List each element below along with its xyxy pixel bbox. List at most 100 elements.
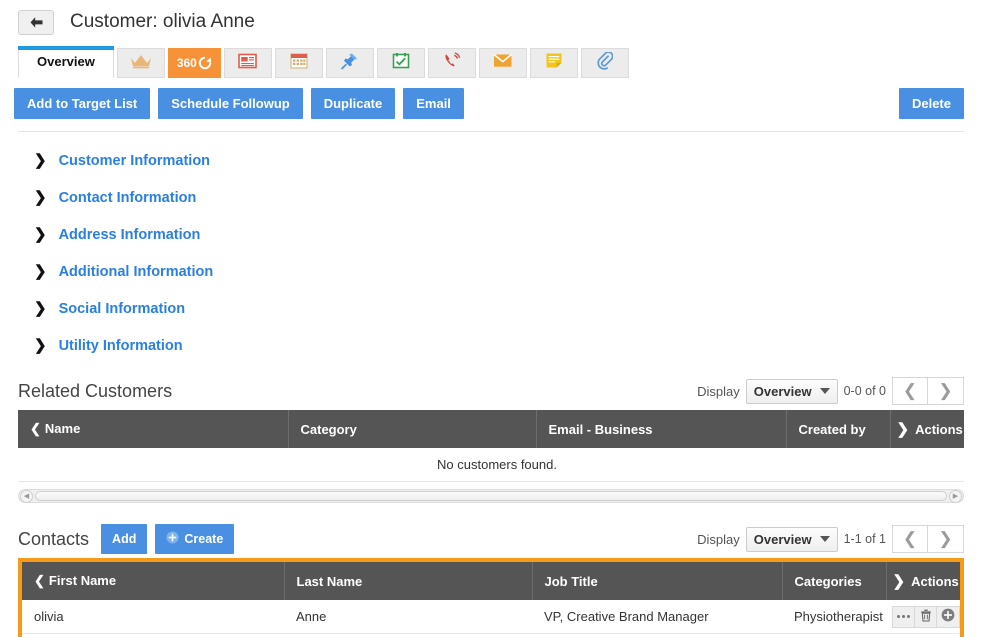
scroll-left-icon[interactable]: ◀: [20, 489, 33, 503]
display-select-value: Overview: [753, 383, 812, 399]
tab-crown[interactable]: [116, 48, 165, 78]
envelope-icon: [493, 53, 513, 73]
tab-overview-label: Overview: [37, 54, 95, 69]
chevron-right-icon: ❯: [34, 226, 47, 243]
table-row[interactable]: olivia Anne VP, Creative Brand Manager P…: [22, 600, 960, 634]
scrollbar-thumb[interactable]: [35, 491, 947, 501]
section-label: Address Information: [58, 226, 201, 243]
contacts-display-select[interactable]: Overview: [745, 526, 838, 552]
contacts-count: 1-1 of 1: [843, 532, 886, 546]
paperclip-icon: [596, 50, 614, 75]
tab-email[interactable]: [478, 48, 527, 78]
column-header-created-by[interactable]: Created by: [786, 410, 891, 448]
chevron-right-icon: ❯: [938, 381, 953, 400]
chevron-right-icon: ❯: [892, 573, 906, 590]
table-empty-row: No customers found.: [18, 448, 964, 482]
column-header-email-business[interactable]: Email - Business: [536, 410, 787, 448]
chevron-left-icon: ❮: [902, 529, 918, 548]
related-customers-next-button[interactable]: ❯: [928, 377, 964, 405]
page-title: Customer: olivia Anne: [70, 11, 255, 32]
customer-detail-page: Customer: olivia Anne Overview 360 Add t…: [0, 0, 982, 637]
contacts-next-button[interactable]: ❯: [928, 525, 964, 553]
page-header: Customer: olivia Anne: [0, 0, 982, 38]
calendar-icon: [290, 52, 308, 74]
section-label: Utility Information: [58, 337, 183, 354]
related-customers-hscrollbar[interactable]: ◀ ▶: [18, 488, 964, 504]
contacts-title: Contacts: [18, 528, 90, 549]
plus-circle-icon: [166, 531, 179, 547]
contacts-create-button[interactable]: Create: [155, 524, 235, 554]
section-social-information[interactable]: ❯ Social Information: [34, 290, 982, 327]
row-more-button[interactable]: [892, 605, 915, 628]
pushpin-icon: [340, 52, 359, 75]
column-header-first-name[interactable]: ❮ First Name: [22, 562, 285, 600]
duplicate-button[interactable]: Duplicate: [310, 88, 396, 119]
phone-icon: [443, 51, 461, 75]
column-header-actions[interactable]: ❯ Actions: [890, 410, 964, 448]
empty-message: No customers found.: [18, 448, 964, 482]
chevron-down-icon: [819, 536, 830, 542]
chevron-right-icon: ❯: [34, 189, 47, 206]
newspaper-icon: [238, 53, 258, 74]
scrollbar-track[interactable]: ◀ ▶: [18, 489, 964, 503]
chevron-right-icon: ❯: [938, 529, 953, 548]
tab-news[interactable]: [223, 48, 272, 78]
chevron-right-icon: ❯: [34, 152, 47, 169]
chevron-left-icon: ❮: [34, 573, 45, 588]
section-customer-information[interactable]: ❯ Customer Information: [34, 142, 982, 179]
delete-button[interactable]: Delete: [898, 88, 964, 119]
related-customers-prev-button[interactable]: ❮: [892, 377, 928, 405]
add-to-target-list-button[interactable]: Add to Target List: [14, 88, 151, 119]
tab-overview[interactable]: Overview: [18, 46, 114, 78]
chevron-right-icon: ❯: [896, 421, 910, 438]
cell-first-name: olivia: [22, 600, 284, 634]
table-header-row: ❮ First Name Last Name Job Title Categori…: [22, 562, 960, 600]
row-delete-button[interactable]: [914, 605, 938, 628]
schedule-followup-button[interactable]: Schedule Followup: [158, 88, 303, 119]
contacts-pager: Display Overview 1-1 of 1 ❮ ❯: [697, 520, 964, 558]
column-header-category[interactable]: Category: [288, 410, 537, 448]
crown-icon: [130, 53, 152, 74]
tab-tasks[interactable]: [376, 48, 425, 78]
more-icon: [896, 615, 910, 618]
tab-attachments[interactable]: [580, 48, 629, 78]
section-contact-information[interactable]: ❯ Contact Information: [34, 179, 982, 216]
section-label: Customer Information: [58, 152, 211, 169]
related-customers-table: ❮ Name Category Email - Business Created …: [18, 410, 964, 482]
related-customers-display-select[interactable]: Overview: [745, 378, 838, 404]
tab-360[interactable]: 360: [167, 48, 221, 78]
contacts-table-wrap: ❮ First Name Last Name Job Title Categori…: [18, 558, 964, 637]
section-utility-information[interactable]: ❯ Utility Information: [34, 327, 982, 364]
contacts-panel: Contacts Add Create Display Overview 1-1…: [0, 520, 982, 637]
contacts-prev-button[interactable]: ❮: [892, 525, 928, 553]
contacts-header: Contacts Add Create Display Overview 1-1…: [18, 520, 964, 558]
row-add-button[interactable]: [937, 605, 960, 628]
tab-notes[interactable]: [529, 48, 578, 78]
related-customers-title: Related Customers: [18, 380, 173, 401]
plus-circle-icon: [941, 608, 955, 625]
related-customers-header: Related Customers Display Overview 0-0 o…: [18, 372, 964, 410]
section-label: Additional Information: [58, 263, 214, 280]
column-header-job-title[interactable]: Job Title: [532, 562, 783, 600]
arrow-left-icon: [29, 16, 44, 29]
section-address-information[interactable]: ❯ Address Information: [34, 216, 982, 253]
chevron-down-icon: [819, 388, 830, 394]
refresh-360-icon: 360: [177, 56, 212, 70]
column-header-name[interactable]: ❮ Name: [18, 410, 289, 448]
scroll-right-icon[interactable]: ▶: [949, 489, 962, 503]
section-additional-information[interactable]: ❯ Additional Information: [34, 253, 982, 290]
tab-calls[interactable]: [427, 48, 476, 78]
column-header-categories[interactable]: Categories: [782, 562, 887, 600]
back-button[interactable]: [18, 9, 54, 35]
column-header-actions[interactable]: ❯ Actions: [886, 562, 960, 600]
column-header-last-name[interactable]: Last Name: [284, 562, 533, 600]
cell-job-title: VP, Creative Brand Manager: [532, 600, 782, 634]
tab-calendar[interactable]: [274, 48, 323, 78]
tab-pin[interactable]: [325, 48, 374, 78]
contacts-add-button[interactable]: Add: [101, 524, 148, 554]
email-button[interactable]: Email: [403, 88, 464, 119]
related-customers-count: 0-0 of 0: [843, 384, 886, 398]
chevron-left-icon: ❮: [902, 381, 918, 400]
action-toolbar: Add to Target List Schedule Followup Dup…: [0, 78, 982, 119]
related-customers-table-wrap: ❮ Name Category Email - Business Created …: [18, 410, 964, 482]
